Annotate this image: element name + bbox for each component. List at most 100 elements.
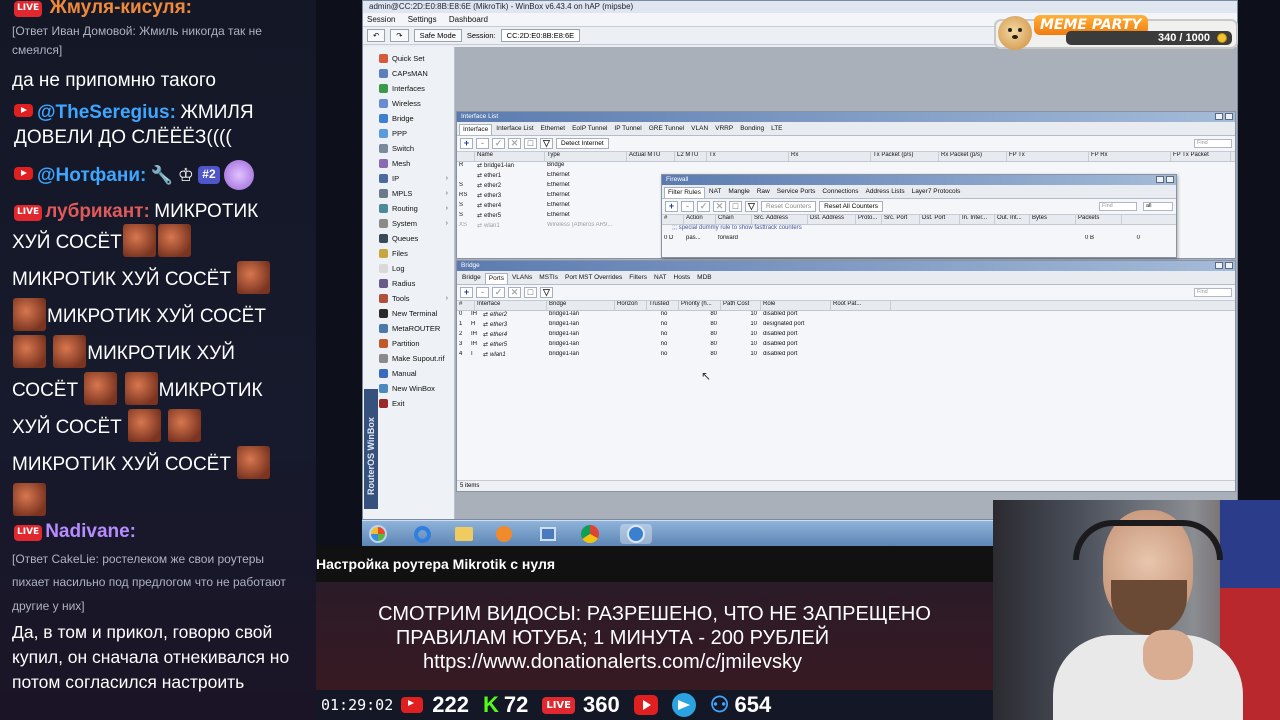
column-header[interactable]: Role (761, 301, 831, 310)
session-field[interactable]: CC:2D:E0:8B:E8:6E (500, 29, 581, 42)
tab[interactable]: Service Ports (774, 187, 819, 198)
column-header[interactable]: Tx (707, 152, 789, 161)
column-header[interactable]: Packets (1076, 215, 1122, 224)
close-icon[interactable] (1225, 113, 1233, 120)
tab[interactable]: VLANs (509, 273, 535, 284)
tab[interactable]: Interface List (493, 124, 536, 135)
maximize-icon[interactable] (1215, 113, 1223, 120)
sidebar-item[interactable]: Queues (363, 231, 454, 246)
sidebar-item[interactable]: Manual (363, 366, 454, 381)
add-button[interactable]: + (460, 287, 473, 298)
tab[interactable]: Connections (819, 187, 861, 198)
table-row[interactable]: 4 I ⇄ wlan1 bridge1-lan no 80 10 disabled port (457, 351, 1235, 361)
column-header[interactable]: Priority (h... (679, 301, 721, 310)
tab[interactable]: Filter Rules (664, 187, 705, 198)
add-button[interactable]: + (665, 201, 678, 212)
remove-button[interactable]: - (476, 138, 489, 149)
undo-button[interactable]: ↶ (367, 29, 386, 42)
comment-button[interactable]: □ (524, 287, 537, 298)
internet-explorer-icon[interactable] (410, 524, 434, 544)
column-header[interactable]: Type (545, 152, 627, 161)
disable-button[interactable]: ✕ (713, 201, 726, 212)
column-header[interactable]: Tx Packet (p/s) (871, 152, 939, 161)
menu-dashboard[interactable]: Dashboard (449, 15, 488, 24)
detect-internet-button[interactable]: Detect Internet (556, 138, 609, 149)
column-header[interactable]: Rx Packet (p/s) (939, 152, 1007, 161)
sidebar-item[interactable]: Mesh (363, 156, 454, 171)
tab[interactable]: Ethernet (538, 124, 569, 135)
close-icon[interactable] (1225, 262, 1233, 269)
sidebar-item[interactable]: New Terminal (363, 306, 454, 321)
remove-button[interactable]: - (476, 287, 489, 298)
menu-session[interactable]: Session (367, 15, 395, 24)
sidebar-item[interactable]: Partition (363, 336, 454, 351)
remove-button[interactable]: - (681, 201, 694, 212)
comment-button[interactable]: □ (729, 201, 742, 212)
column-header[interactable]: L2 MTU (675, 152, 707, 161)
column-header[interactable]: Path Cost (721, 301, 761, 310)
table-row[interactable]: R ⇄ bridge1-lan Bridge (457, 162, 1235, 172)
tab[interactable]: MDB (694, 273, 714, 284)
sidebar-item[interactable]: MetaROUTER (363, 321, 454, 336)
windows-start-icon[interactable] (366, 524, 390, 544)
column-header[interactable]: Action (684, 215, 716, 224)
chrome-icon[interactable] (578, 524, 602, 544)
sidebar-item[interactable]: Files (363, 246, 454, 261)
column-header[interactable]: Interface (475, 301, 547, 310)
column-header[interactable]: Proto... (856, 215, 882, 224)
column-header[interactable]: Out. Int... (995, 215, 1030, 224)
column-header[interactable] (457, 152, 475, 161)
sidebar-item[interactable]: Switch (363, 141, 454, 156)
comment-button[interactable]: □ (524, 138, 537, 149)
menu-settings[interactable]: Settings (408, 15, 437, 24)
tab[interactable]: GRE Tunnel (646, 124, 687, 135)
column-header[interactable]: FP Tx (1007, 152, 1089, 161)
maximize-icon[interactable] (1215, 262, 1223, 269)
table-row[interactable]: 1 H ⇄ ether3 bridge1-lan no 80 10 designated por… (457, 321, 1235, 331)
sidebar-item[interactable]: Wireless (363, 96, 454, 111)
column-header[interactable]: Bridge (547, 301, 615, 310)
file-explorer-icon[interactable] (452, 524, 476, 544)
close-icon[interactable] (1166, 176, 1174, 183)
sidebar-item[interactable]: Quick Set (363, 51, 454, 66)
network-icon[interactable] (536, 524, 560, 544)
table-row[interactable]: 0 D pas... forward 0 B 0 (662, 235, 1176, 245)
sidebar-item[interactable]: Tools › (363, 291, 454, 306)
column-header[interactable]: In. Inter... (960, 215, 995, 224)
sidebar-item[interactable]: CAPsMAN (363, 66, 454, 81)
find-input[interactable]: Find (1194, 288, 1232, 297)
tab[interactable]: NAT (706, 187, 725, 198)
column-header[interactable]: Src. Address (752, 215, 808, 224)
sidebar-item[interactable]: IP › (363, 171, 454, 186)
tab[interactable]: Layer7 Protocols (909, 187, 964, 198)
reset-all-counters-button[interactable]: Reset All Counters (819, 201, 884, 212)
tab[interactable]: Hosts (671, 273, 694, 284)
add-button[interactable]: + (460, 138, 473, 149)
sidebar-item[interactable]: Bridge (363, 111, 454, 126)
sidebar-item[interactable]: Routing › (363, 201, 454, 216)
filter-icon[interactable]: ▽ (745, 201, 758, 212)
column-header[interactable]: # (457, 301, 475, 310)
find-input[interactable]: Find (1194, 139, 1232, 148)
column-header[interactable]: Chain (716, 215, 752, 224)
sidebar-item[interactable]: Radius (363, 276, 454, 291)
tab[interactable]: Bridge (459, 273, 484, 284)
column-header[interactable]: Dst. Address (808, 215, 856, 224)
tab[interactable]: Port MST Overrides (562, 273, 625, 284)
column-header[interactable]: Actual MTU (627, 152, 675, 161)
tab[interactable]: Filters (626, 273, 650, 284)
disable-button[interactable]: ✕ (508, 287, 521, 298)
find-input[interactable]: Find (1099, 202, 1137, 211)
column-header[interactable]: Horizon (615, 301, 647, 310)
filter-select[interactable]: all (1143, 202, 1173, 211)
column-header[interactable]: FP Tx Packet (1171, 152, 1231, 161)
column-header[interactable]: Name (475, 152, 545, 161)
tab[interactable]: Raw (754, 187, 773, 198)
table-row[interactable]: 2 IH ⇄ ether4 bridge1-lan no 80 10 disabled port (457, 331, 1235, 341)
tab[interactable]: VRRP (712, 124, 736, 135)
tab[interactable]: NAT (651, 273, 670, 284)
redo-button[interactable]: ↷ (390, 29, 409, 42)
column-header[interactable]: FP Rx (1089, 152, 1171, 161)
sidebar-item[interactable]: System › (363, 216, 454, 231)
media-player-icon[interactable] (492, 524, 516, 544)
